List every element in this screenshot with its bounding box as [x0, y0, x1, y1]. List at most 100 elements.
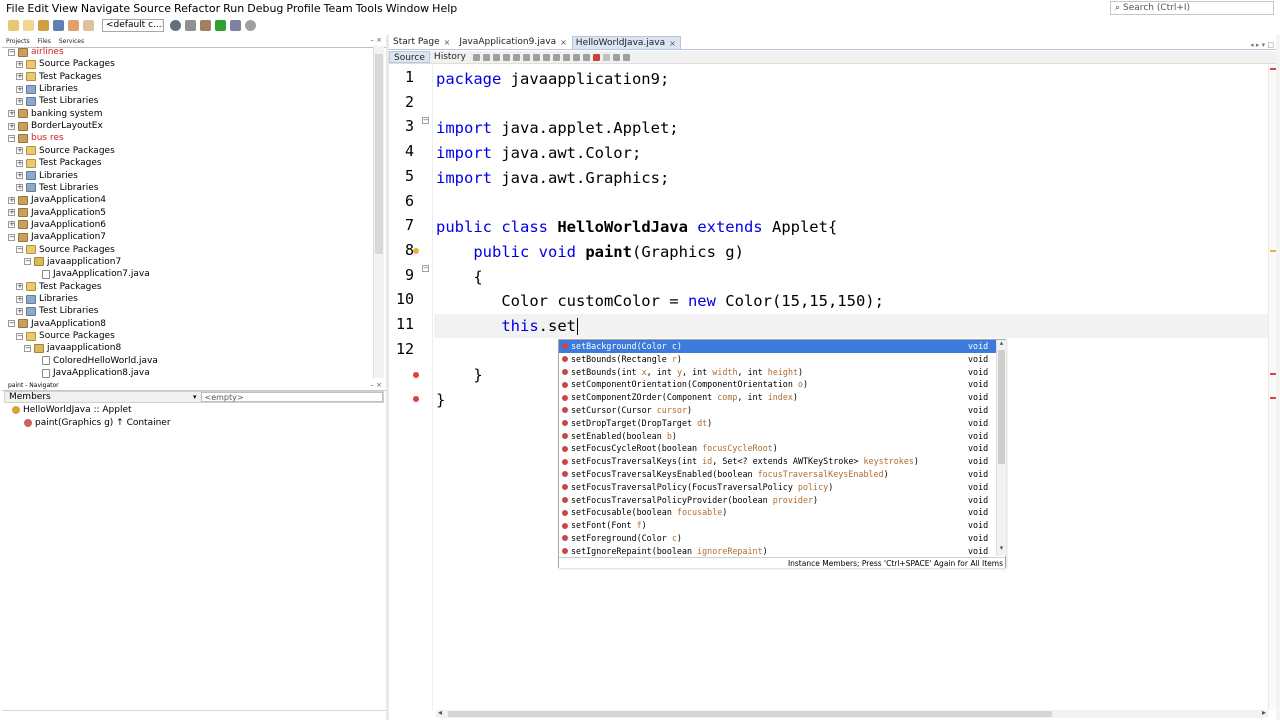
- tree-item[interactable]: JavaApplication8.java: [32, 367, 150, 378]
- completion-item[interactable]: setIgnoreRepaint(boolean ignoreRepaint) v…: [559, 545, 996, 556]
- tree-item[interactable]: + Test Packages: [16, 281, 102, 293]
- debug-icon[interactable]: [230, 19, 241, 31]
- close-icon[interactable]: ×: [560, 36, 567, 49]
- expand-icon[interactable]: +: [16, 159, 23, 167]
- tree-item[interactable]: + JavaApplication5: [8, 207, 106, 219]
- configuration-select[interactable]: <default c...>: [102, 18, 164, 32]
- expand-icon[interactable]: +: [8, 209, 15, 217]
- tree-item[interactable]: − airlines: [8, 46, 64, 58]
- menu-navigate[interactable]: Navigate: [81, 2, 130, 15]
- gear-icon[interactable]: [170, 19, 181, 31]
- expand-icon[interactable]: +: [8, 110, 15, 118]
- find-next-icon[interactable]: [522, 53, 530, 61]
- tree-item[interactable]: + Source Packages: [16, 58, 115, 70]
- stop-macro-icon[interactable]: [602, 53, 610, 61]
- toggle-highlight-icon[interactable]: [532, 53, 540, 61]
- completion-item[interactable]: setBackground(Color c) void: [559, 340, 996, 353]
- tree-item[interactable]: + BorderLayoutEx: [8, 120, 103, 132]
- menu-tools[interactable]: Tools: [356, 2, 383, 15]
- expand-icon[interactable]: +: [16, 172, 23, 179]
- menu-source[interactable]: Source: [133, 2, 171, 15]
- scroll-left-icon[interactable]: ◂: [438, 708, 442, 717]
- error-icon[interactable]: [413, 372, 419, 378]
- collapse-icon[interactable]: −: [8, 320, 15, 328]
- start-macro-icon[interactable]: [592, 53, 600, 61]
- menu-debug[interactable]: Debug: [247, 2, 283, 15]
- tree-item[interactable]: − Source Packages: [16, 330, 115, 342]
- collapse-icon[interactable]: −: [24, 258, 31, 266]
- tree-item[interactable]: + Test Libraries: [16, 95, 98, 107]
- menu-file[interactable]: File: [6, 2, 24, 15]
- expand-icon[interactable]: +: [16, 184, 23, 192]
- completion-item[interactable]: setFocusable(boolean focusable) void: [559, 506, 996, 519]
- new-file-icon[interactable]: [23, 19, 34, 31]
- comment-icon[interactable]: [612, 53, 620, 61]
- prev-bookmark-icon[interactable]: [542, 53, 550, 61]
- tree-item[interactable]: − javaapplication7: [24, 256, 121, 268]
- next-bookmark-icon[interactable]: [552, 53, 560, 61]
- expand-icon[interactable]: +: [16, 295, 23, 303]
- expand-icon[interactable]: +: [16, 147, 23, 155]
- expand-icon[interactable]: +: [16, 85, 23, 93]
- history-view-tab[interactable]: History: [430, 51, 470, 63]
- toggle-bookmark-icon[interactable]: [562, 53, 570, 61]
- completion-item[interactable]: setFocusTraversalPolicyProvider(boolean …: [559, 494, 996, 507]
- collapse-icon[interactable]: −: [8, 48, 15, 56]
- back-icon[interactable]: [482, 53, 490, 61]
- override-annotation-icon[interactable]: [413, 248, 419, 254]
- collapse-icon[interactable]: −: [16, 246, 23, 254]
- expand-icon[interactable]: +: [8, 221, 15, 229]
- menu-help[interactable]: Help: [432, 2, 457, 15]
- close-icon[interactable]: ×: [444, 36, 451, 49]
- uncomment-icon[interactable]: [622, 53, 630, 61]
- tree-item[interactable]: − Source Packages: [16, 244, 115, 256]
- fold-toggle-icon[interactable]: −: [422, 265, 429, 272]
- undo-icon[interactable]: [68, 19, 79, 31]
- error-icon[interactable]: [413, 396, 419, 402]
- navigator-window-buttons[interactable]: – ×: [370, 381, 386, 390]
- tree-item[interactable]: − JavaApplication8: [8, 318, 106, 330]
- tree-item[interactable]: + Test Packages: [16, 157, 102, 169]
- tree-item[interactable]: + banking system: [8, 108, 102, 120]
- completion-item[interactable]: setForeground(Color c) void: [559, 532, 996, 545]
- expand-icon[interactable]: +: [16, 307, 23, 315]
- collapse-icon[interactable]: −: [8, 233, 15, 241]
- collapse-icon[interactable]: −: [8, 134, 15, 142]
- tab-helloworldjava[interactable]: HelloWorldJava.java ×: [571, 36, 681, 50]
- navigator-class-row[interactable]: HelloWorldJava :: Applet: [12, 404, 132, 416]
- collapse-icon[interactable]: −: [24, 344, 31, 352]
- tree-item[interactable]: + Libraries: [16, 293, 78, 305]
- tree-item[interactable]: + Libraries: [16, 83, 78, 95]
- tree-item[interactable]: + Test Libraries: [16, 305, 98, 317]
- completion-item[interactable]: setFocusTraversalPolicy(FocusTraversalPo…: [559, 481, 996, 494]
- tree-item[interactable]: JavaApplication7.java: [32, 268, 150, 280]
- shift-right-icon[interactable]: [582, 53, 590, 61]
- shift-left-icon[interactable]: [572, 53, 580, 61]
- expand-icon[interactable]: +: [16, 60, 23, 68]
- completion-item[interactable]: setFocusCycleRoot(boolean focusCycleRoot…: [559, 442, 996, 455]
- menu-run[interactable]: Run: [223, 2, 244, 15]
- completion-scrollbar[interactable]: ▴ ▾: [996, 339, 1006, 556]
- scrollbar-thumb[interactable]: [998, 350, 1005, 464]
- profile-icon[interactable]: [245, 19, 256, 31]
- tree-item[interactable]: + Source Packages: [16, 145, 115, 157]
- completion-item[interactable]: setDropTarget(DropTarget dt) void: [559, 417, 996, 430]
- completion-item[interactable]: setFont(Font f) void: [559, 519, 996, 532]
- find-prev-icon[interactable]: [512, 53, 520, 61]
- navigator-method-row[interactable]: paint(Graphics g) ↑ Container: [24, 417, 171, 429]
- completion-item[interactable]: setCursor(Cursor cursor) void: [559, 404, 996, 417]
- source-view-tab[interactable]: Source: [389, 51, 430, 63]
- completion-item[interactable]: setBounds(int x, int y, int width, int h…: [559, 366, 996, 379]
- menu-window[interactable]: Window: [386, 2, 429, 15]
- clean-build-icon[interactable]: [200, 19, 211, 31]
- close-icon[interactable]: ×: [669, 37, 676, 50]
- open-project-icon[interactable]: [38, 19, 49, 31]
- tree-item[interactable]: + JavaApplication6: [8, 219, 106, 231]
- expand-icon[interactable]: +: [16, 73, 23, 81]
- redo-icon[interactable]: [83, 19, 94, 31]
- completion-item[interactable]: setFocusTraversalKeysEnabled(boolean foc…: [559, 468, 996, 481]
- chevron-down-icon[interactable]: ▾: [193, 393, 197, 401]
- chevron-down-icon[interactable]: ▾: [997, 544, 1006, 552]
- error-stripe[interactable]: [1268, 65, 1276, 710]
- scrollbar-thumb[interactable]: [448, 711, 1052, 717]
